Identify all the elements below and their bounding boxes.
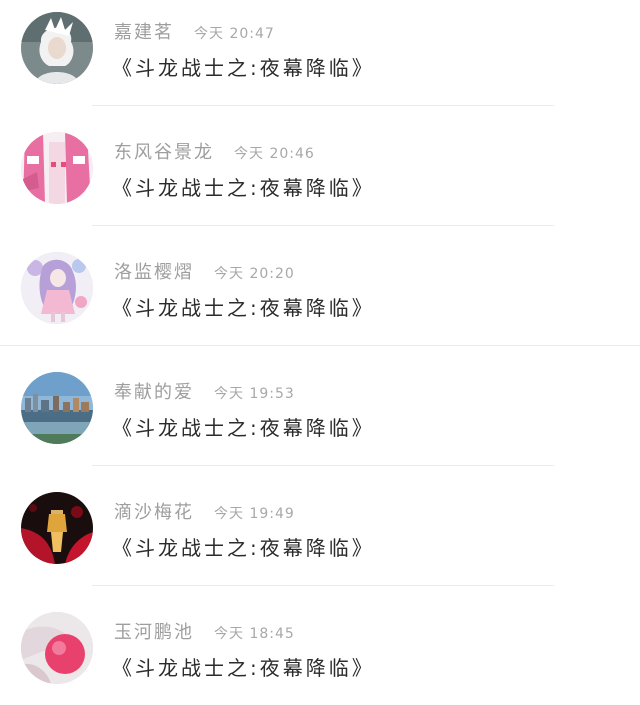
comment-text: 《斗龙战士之:夜幕降临》 (112, 296, 375, 320)
timestamp: 今天 19:49 (214, 506, 295, 522)
divider (92, 105, 554, 106)
avatar-red-lantern-icon (21, 492, 93, 564)
user-name[interactable]: 东风谷景龙 (114, 138, 214, 164)
timestamp: 今天 19:53 (214, 386, 295, 402)
avatar[interactable] (21, 12, 93, 84)
comment-text: 《斗龙战士之:夜幕降临》 (112, 536, 375, 560)
list-item[interactable]: 滴沙梅花 今天 19:49 《斗龙战士之:夜幕降临》 (0, 480, 640, 600)
timestamp: 今天 20:46 (234, 146, 315, 162)
avatar[interactable] (21, 132, 93, 204)
timestamp: 今天 20:20 (214, 266, 295, 282)
user-name[interactable]: 嘉建茗 (114, 18, 174, 44)
list-item[interactable]: 奉献的爱 今天 19:53 《斗龙战士之:夜幕降临》 (0, 360, 640, 480)
user-name[interactable]: 奉献的爱 (114, 378, 194, 404)
comment-list: 嘉建茗 今天 20:47 《斗龙战士之:夜幕降临》 东风谷景龙 今天 20:46 (0, 0, 640, 705)
comment-meta: 玉河鹏池 今天 18:45 (114, 618, 295, 644)
avatar-pink-ball-icon (21, 612, 93, 684)
avatar[interactable] (21, 492, 93, 564)
user-name[interactable]: 滴沙梅花 (114, 498, 194, 524)
divider (92, 585, 554, 586)
avatar[interactable] (21, 252, 93, 324)
comment-text: 《斗龙战士之:夜幕降临》 (112, 656, 375, 680)
comment-meta: 东风谷景龙 今天 20:46 (114, 138, 315, 164)
comment-text: 《斗龙战士之:夜幕降临》 (112, 416, 375, 440)
avatar-white-hair-icon (21, 12, 93, 84)
list-item[interactable]: 嘉建茗 今天 20:47 《斗龙战士之:夜幕降临》 (0, 0, 640, 120)
divider (92, 465, 554, 466)
list-item[interactable]: 洛监樱熠 今天 20:20 《斗龙战士之:夜幕降临》 (0, 240, 640, 360)
divider (0, 345, 640, 346)
user-name[interactable]: 洛监樱熠 (114, 258, 194, 284)
list-item[interactable]: 玉河鹏池 今天 18:45 《斗龙战士之:夜幕降临》 (0, 600, 640, 705)
comment-text: 《斗龙战士之:夜幕降临》 (112, 56, 375, 80)
comment-text: 《斗龙战士之:夜幕降临》 (112, 176, 375, 200)
comment-meta: 奉献的爱 今天 19:53 (114, 378, 295, 404)
timestamp: 今天 18:45 (214, 626, 295, 642)
timestamp: 今天 20:47 (194, 26, 275, 42)
avatar-pink-anime-icon (21, 132, 93, 204)
avatar[interactable] (21, 612, 93, 684)
comment-meta: 滴沙梅花 今天 19:49 (114, 498, 295, 524)
user-name[interactable]: 玉河鹏池 (114, 618, 194, 644)
avatar[interactable] (21, 372, 93, 444)
avatar-anime-girl-icon (21, 252, 93, 324)
divider (92, 225, 554, 226)
avatar-city-icon (21, 372, 93, 444)
list-item[interactable]: 东风谷景龙 今天 20:46 《斗龙战士之:夜幕降临》 (0, 120, 640, 240)
comment-meta: 洛监樱熠 今天 20:20 (114, 258, 295, 284)
comment-meta: 嘉建茗 今天 20:47 (114, 18, 275, 44)
